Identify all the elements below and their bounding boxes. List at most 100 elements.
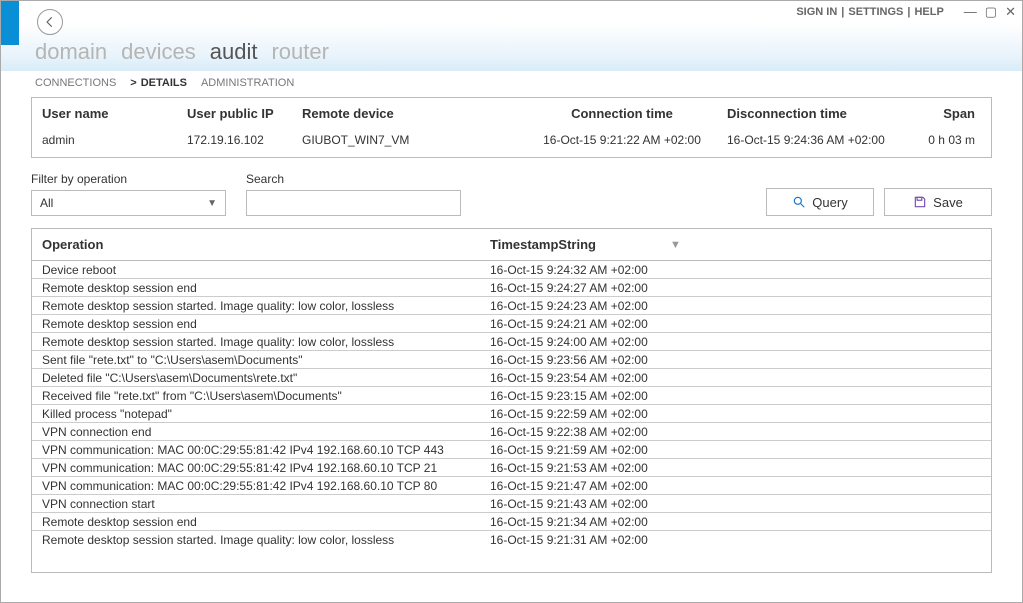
table-row[interactable]: VPN connection start16-Oct-15 9:21:43 AM… [32, 495, 991, 513]
table-row[interactable]: Remote desktop session end16-Oct-15 9:21… [32, 513, 991, 531]
table-row[interactable]: Received file "rete.txt" from "C:\Users\… [32, 387, 991, 405]
query-button-label: Query [812, 195, 847, 210]
separator: | [907, 6, 910, 18]
cell-timestamp: 16-Oct-15 9:21:31 AM +02:00 [480, 531, 991, 548]
table-row[interactable]: Deleted file "C:\Users\asem\Documents\re… [32, 369, 991, 387]
sub-nav: CONNECTIONS > DETAILS ADMINISTRATION [1, 71, 1022, 97]
cell-operation: Remote desktop session end [32, 513, 480, 530]
cell-timestamp: 16-Oct-15 9:21:47 AM +02:00 [480, 477, 991, 494]
nav-devices[interactable]: devices [121, 39, 196, 65]
title-bar: SIGN IN | SETTINGS | HELP — ▢ ✕ [1, 1, 1022, 23]
grid-header-timestamp[interactable]: TimestampString ▼ [480, 229, 991, 260]
table-row[interactable]: Remote desktop session end16-Oct-15 9:24… [32, 315, 991, 333]
arrow-left-icon [43, 15, 57, 29]
cell-operation: VPN communication: MAC 00:0C:29:55:81:42… [32, 459, 480, 476]
grid-footer-space [32, 548, 991, 572]
cell-operation: Deleted file "C:\Users\asem\Documents\re… [32, 369, 480, 386]
cell-operation: Remote desktop session end [32, 279, 480, 296]
col-header-conn: Connection time [527, 98, 717, 127]
cell-timestamp: 16-Oct-15 9:24:21 AM +02:00 [480, 315, 991, 332]
table-row[interactable]: Remote desktop session started. Image qu… [32, 531, 991, 548]
table-row[interactable]: Remote desktop session end16-Oct-15 9:24… [32, 279, 991, 297]
table-row[interactable]: VPN communication: MAC 00:0C:29:55:81:42… [32, 459, 991, 477]
summary-row: admin 172.19.16.102 GIUBOT_WIN7_VM 16-Oc… [32, 127, 991, 157]
cell-timestamp: 16-Oct-15 9:24:27 AM +02:00 [480, 279, 991, 296]
subnav-connections[interactable]: CONNECTIONS [35, 77, 116, 89]
cell-operation: Remote desktop session started. Image qu… [32, 333, 480, 350]
cell-timestamp: 16-Oct-15 9:23:15 AM +02:00 [480, 387, 991, 404]
back-button[interactable] [37, 9, 63, 35]
cell-timestamp: 16-Oct-15 9:21:59 AM +02:00 [480, 441, 991, 458]
accent-tab [1, 1, 19, 45]
cell-timestamp: 16-Oct-15 9:21:43 AM +02:00 [480, 495, 991, 512]
table-row[interactable]: Killed process "notepad"16-Oct-15 9:22:5… [32, 405, 991, 423]
nav-router[interactable]: router [271, 39, 328, 65]
table-row[interactable]: VPN connection end16-Oct-15 9:22:38 AM +… [32, 423, 991, 441]
nav-domain[interactable]: domain [35, 39, 107, 65]
search-icon [792, 195, 806, 209]
minimize-button[interactable]: — [964, 4, 977, 20]
cell-timestamp: 16-Oct-15 9:22:59 AM +02:00 [480, 405, 991, 422]
maximize-button[interactable]: ▢ [985, 4, 997, 20]
cell-operation: VPN communication: MAC 00:0C:29:55:81:42… [32, 477, 480, 494]
col-header-disc: Disconnection time [717, 98, 907, 127]
col-header-span: Span [907, 98, 991, 127]
cell-operation: Remote desktop session started. Image qu… [32, 531, 480, 548]
search-label: Search [246, 172, 461, 186]
signin-link[interactable]: SIGN IN [796, 6, 837, 18]
table-row[interactable]: Sent file "rete.txt" to "C:\Users\asem\D… [32, 351, 991, 369]
cell-operation: VPN communication: MAC 00:0C:29:55:81:42… [32, 441, 480, 458]
help-link[interactable]: HELP [914, 6, 943, 18]
chevron-down-icon: ▼ [207, 198, 217, 209]
close-button[interactable]: ✕ [1005, 4, 1016, 20]
summary-device: GIUBOT_WIN7_VM [292, 127, 527, 157]
summary-conn: 16-Oct-15 9:21:22 AM +02:00 [527, 127, 717, 157]
grid-header-timestamp-label: TimestampString [490, 237, 596, 252]
grid-header-operation[interactable]: Operation [32, 229, 480, 260]
table-row[interactable]: Device reboot16-Oct-15 9:24:32 AM +02:00 [32, 261, 991, 279]
col-header-ip: User public IP [177, 98, 292, 127]
cell-timestamp: 16-Oct-15 9:24:00 AM +02:00 [480, 333, 991, 350]
col-header-user: User name [32, 98, 177, 127]
separator: | [841, 6, 844, 18]
filter-operation-label: Filter by operation [31, 172, 226, 186]
cell-operation: VPN connection start [32, 495, 480, 512]
summary-table: User name User public IP Remote device C… [31, 97, 992, 158]
filter-bar: Filter by operation All ▼ Search Query S… [31, 172, 992, 216]
cell-operation: Received file "rete.txt" from "C:\Users\… [32, 387, 480, 404]
main-nav: domain devices audit router [35, 39, 329, 65]
sort-desc-icon: ▼ [670, 239, 681, 251]
header-band: domain devices audit router [1, 23, 1022, 71]
table-row[interactable]: VPN communication: MAC 00:0C:29:55:81:42… [32, 477, 991, 495]
nav-audit[interactable]: audit [210, 39, 258, 65]
subnav-administration[interactable]: ADMINISTRATION [201, 77, 294, 89]
cell-timestamp: 16-Oct-15 9:23:56 AM +02:00 [480, 351, 991, 368]
cell-timestamp: 16-Oct-15 9:23:54 AM +02:00 [480, 369, 991, 386]
cell-operation: Killed process "notepad" [32, 405, 480, 422]
settings-link[interactable]: SETTINGS [848, 6, 903, 18]
cell-timestamp: 16-Oct-15 9:21:34 AM +02:00 [480, 513, 991, 530]
filter-operation-select[interactable]: All ▼ [31, 190, 226, 216]
cell-operation: VPN connection end [32, 423, 480, 440]
search-input[interactable] [246, 190, 461, 216]
cell-operation: Remote desktop session end [32, 315, 480, 332]
summary-ip: 172.19.16.102 [177, 127, 292, 157]
cell-timestamp: 16-Oct-15 9:24:32 AM +02:00 [480, 261, 991, 278]
summary-disc: 16-Oct-15 9:24:36 AM +02:00 [717, 127, 907, 157]
save-icon [913, 195, 927, 209]
table-row[interactable]: Remote desktop session started. Image qu… [32, 297, 991, 315]
table-row[interactable]: VPN communication: MAC 00:0C:29:55:81:42… [32, 441, 991, 459]
query-button[interactable]: Query [766, 188, 874, 216]
filter-operation-value: All [40, 196, 53, 210]
audit-grid: Operation TimestampString ▼ Device reboo… [31, 228, 992, 573]
save-button[interactable]: Save [884, 188, 992, 216]
cell-timestamp: 16-Oct-15 9:22:38 AM +02:00 [480, 423, 991, 440]
cell-operation: Sent file "rete.txt" to "C:\Users\asem\D… [32, 351, 480, 368]
summary-user: admin [32, 127, 177, 157]
subnav-details[interactable]: DETAILS [141, 77, 187, 89]
cell-operation: Device reboot [32, 261, 480, 278]
cell-operation: Remote desktop session started. Image qu… [32, 297, 480, 314]
table-row[interactable]: Remote desktop session started. Image qu… [32, 333, 991, 351]
breadcrumb-caret: > [130, 77, 136, 89]
summary-span: 0 h 03 m [907, 127, 991, 157]
